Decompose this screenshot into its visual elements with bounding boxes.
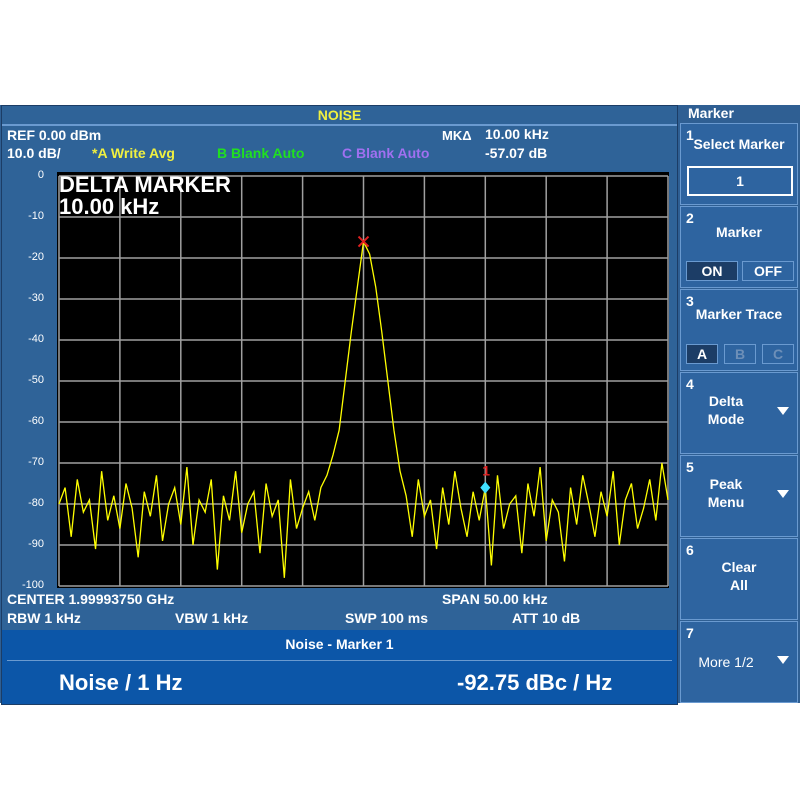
- rbw: RBW 1 kHz: [7, 610, 81, 626]
- selected-marker-field[interactable]: 1: [687, 166, 793, 196]
- peak-menu-button[interactable]: 5 Peak Menu: [680, 455, 798, 537]
- softkey-label: Select Marker: [693, 136, 785, 152]
- marker-delta-label: MKΔ: [442, 128, 472, 143]
- y-tick-label: -100: [21, 579, 44, 591]
- trace-a-status: *A Write Avg: [92, 145, 175, 161]
- softkey-label: Clear: [721, 559, 757, 575]
- y-tick-label: -50: [28, 374, 44, 386]
- marker-delta-freq: 10.00 kHz: [485, 126, 549, 142]
- softkey-number: 4: [686, 376, 694, 392]
- y-tick-label: -20: [28, 251, 44, 263]
- span: SPAN 50.00 kHz: [442, 591, 548, 607]
- noise-value: -92.75 dBc / Hz: [457, 670, 613, 695]
- softkey-label: Marker Trace: [695, 306, 783, 322]
- softkey-label: Peak: [709, 476, 743, 492]
- center-freq: CENTER 1.99993750 GHz: [7, 591, 175, 607]
- attenuation: ATT 10 dB: [512, 610, 581, 626]
- softkey-number: 6: [686, 542, 694, 558]
- y-tick-label: -90: [28, 538, 44, 550]
- trace-c-option[interactable]: C: [762, 344, 794, 364]
- softkey-group-title: Marker: [688, 105, 734, 121]
- y-tick-label: 0: [37, 169, 44, 181]
- softkey-number: 7: [686, 625, 694, 641]
- y-tick-label: -40: [28, 333, 44, 345]
- marker-trace-button[interactable]: 3 Marker Trace A B C: [680, 289, 798, 371]
- select-marker-button[interactable]: 1 Select Marker 1: [680, 123, 798, 205]
- sweep-time: SWP 100 ms: [345, 610, 429, 626]
- softkey-label: Menu: [707, 494, 745, 510]
- y-tick-label: -10: [28, 210, 44, 222]
- spectrum-plot[interactable]: 1 DELTA MARKER 10.00 kHz: [57, 172, 669, 588]
- display-panel: NOISE REF 0.00 dBm 10.0 dB/ *A Write Avg…: [1, 105, 678, 705]
- delta-marker-number: 1: [482, 463, 490, 479]
- delta-mode-button[interactable]: 4 Delta Mode: [680, 372, 798, 454]
- trace-a-option[interactable]: A: [686, 344, 718, 364]
- softkey-number: 5: [686, 459, 694, 475]
- softkey-label: Mode: [707, 411, 745, 427]
- clear-all-button[interactable]: 6 Clear All: [680, 538, 798, 620]
- y-tick-label: -30: [28, 292, 44, 304]
- marker-delta-level: -57.07 dB: [485, 145, 548, 161]
- analyzer-window: NOISE REF 0.00 dBm 10.0 dB/ *A Write Avg…: [0, 105, 800, 705]
- spectrum-svg: 1: [58, 175, 669, 587]
- vbw: VBW 1 kHz: [175, 610, 249, 626]
- trace-b-status: B Blank Auto: [217, 145, 305, 161]
- noise-heading: Noise - Marker 1: [285, 636, 394, 652]
- delta-marker-title: DELTA MARKER: [59, 172, 231, 197]
- dropdown-arrow-icon: [777, 490, 789, 498]
- mode-title: NOISE: [2, 106, 677, 126]
- y-tick-label: -70: [28, 456, 44, 468]
- dropdown-arrow-icon: [777, 407, 789, 415]
- ref-level: REF 0.00 dBm: [7, 127, 102, 143]
- marker-toggle-button[interactable]: 2 Marker ON OFF: [680, 206, 798, 288]
- marker-on-option[interactable]: ON: [686, 261, 738, 281]
- softkey-label: Delta: [708, 393, 744, 409]
- noise-label: Noise / 1 Hz: [59, 670, 183, 695]
- more-button[interactable]: 7 More 1/2: [680, 621, 798, 703]
- dropdown-arrow-icon: [777, 656, 789, 664]
- softkey-label: All: [730, 577, 748, 593]
- delta-marker-icon: [480, 481, 491, 494]
- trace-b-option[interactable]: B: [724, 344, 756, 364]
- trace-c-status: C Blank Auto: [342, 145, 430, 161]
- softkey-label: More 1/2: [698, 654, 754, 670]
- marker-off-option[interactable]: OFF: [742, 261, 794, 281]
- softkey-label: Marker: [716, 224, 762, 240]
- softkey-panel: Marker 1 Select Marker 1 2 Marker ON OFF…: [678, 105, 800, 703]
- noise-readout-panel: Noise - Marker 1 Noise / 1 Hz -92.75 dBc…: [2, 630, 677, 704]
- y-tick-label: -80: [28, 497, 44, 509]
- delta-marker-value: 10.00 kHz: [59, 194, 160, 219]
- scale: 10.0 dB/: [7, 145, 61, 161]
- y-tick-label: -60: [28, 415, 44, 427]
